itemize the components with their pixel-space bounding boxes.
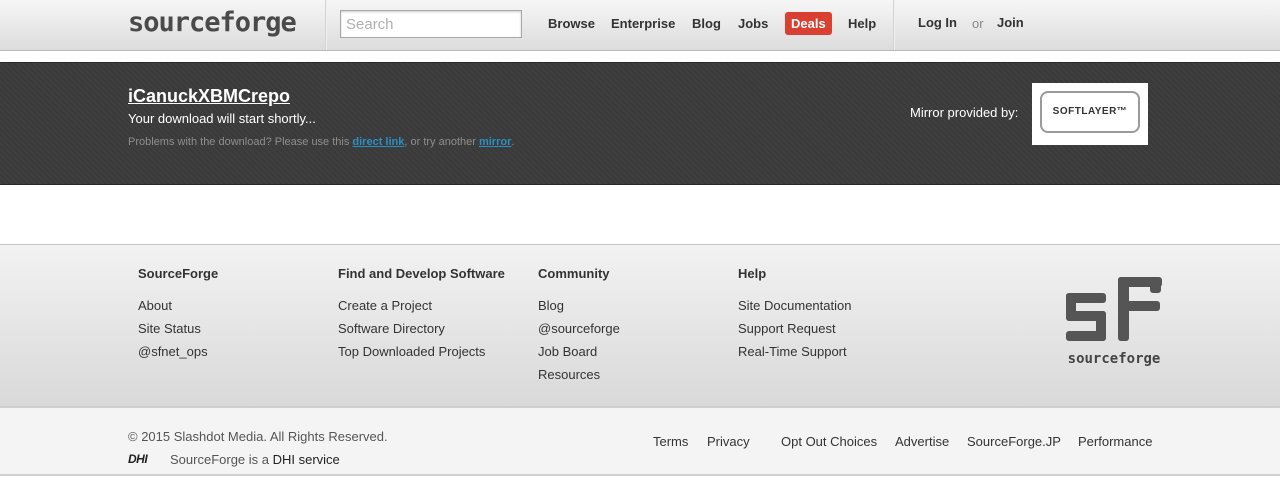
- problem-prefix: Problems with the download? Please use t…: [128, 136, 353, 148]
- footer-link-sfnet-ops[interactable]: @sfnet_ops: [138, 340, 218, 363]
- problem-suffix: .: [511, 136, 515, 148]
- footer-heading: Find and Develop Software: [338, 266, 505, 281]
- header-divider: [325, 0, 327, 50]
- footer-heading: Help: [738, 266, 767, 281]
- nav-jobs[interactable]: Jobs: [738, 16, 768, 31]
- footer-link-top-downloaded[interactable]: Top Downloaded Projects: [338, 340, 505, 363]
- footer-link-software-directory[interactable]: Software Directory: [338, 317, 505, 340]
- join-link[interactable]: Join: [997, 15, 1024, 30]
- nav-blog[interactable]: Blog: [692, 16, 721, 31]
- footer-link-site-docs[interactable]: Site Documentation: [738, 294, 851, 317]
- sourceforge-logo[interactable]: sourceforge: [128, 7, 310, 39]
- nav-enterprise[interactable]: Enterprise: [611, 16, 675, 31]
- softlayer-logo-text: SOFTLAYER™: [1040, 91, 1140, 133]
- footer-link-job-board[interactable]: Job Board: [538, 340, 620, 363]
- header-divider: [893, 0, 895, 50]
- legal-link-performance[interactable]: Performance: [1078, 434, 1152, 449]
- download-problem-text: Problems with the download? Please use t…: [128, 136, 514, 148]
- legal-link-privacy[interactable]: Privacy: [707, 434, 750, 449]
- footer-link-realtime-support[interactable]: Real-Time Support: [738, 340, 851, 363]
- footer-link-resources[interactable]: Resources: [538, 363, 620, 386]
- nav-browse[interactable]: Browse: [548, 16, 595, 31]
- footer-heading: Community: [538, 266, 610, 281]
- legal-bar: © 2015 Slashdot Media. All Rights Reserv…: [0, 406, 1280, 476]
- site-footer: SourceForge About Site Status @sfnet_ops…: [0, 244, 1280, 406]
- nav-deals[interactable]: Deals: [785, 12, 832, 35]
- mirror-logo[interactable]: SOFTLAYER™: [1032, 83, 1148, 145]
- legal-link-advertise[interactable]: Advertise: [895, 434, 949, 449]
- auth-or-text: or: [972, 16, 984, 31]
- footer-link-twitter[interactable]: @sourceforge: [538, 317, 620, 340]
- search-input[interactable]: [340, 10, 522, 38]
- legal-link-sourceforge-jp[interactable]: SourceForge.JP: [967, 434, 1061, 449]
- project-title[interactable]: iCanuckXBMCrepo: [128, 86, 290, 107]
- footer-link-support-request[interactable]: Support Request: [738, 317, 851, 340]
- direct-link[interactable]: direct link: [352, 136, 404, 148]
- sf-footer-logo[interactable]: sourceforge: [1062, 273, 1166, 372]
- footer-heading: SourceForge: [138, 266, 219, 281]
- copyright-text: © 2015 Slashdot Media. All Rights Reserv…: [128, 429, 388, 444]
- download-message: Your download will start shortly...: [128, 111, 316, 126]
- mirror-label: Mirror provided by:: [910, 105, 1019, 120]
- legal-link-terms[interactable]: Terms: [653, 434, 688, 449]
- mirror-link[interactable]: mirror: [479, 136, 511, 148]
- footer-link-site-status[interactable]: Site Status: [138, 317, 218, 340]
- footer-column-sourceforge: SourceForge About Site Status @sfnet_ops: [138, 266, 218, 363]
- problem-middle: , or try another: [404, 136, 479, 148]
- footer-column-help: Help Site Documentation Support Request …: [738, 266, 851, 363]
- site-header: sourceforge Browse Enterprise Blog Jobs …: [0, 0, 1280, 51]
- sf-logo-wordmark: sourceforge: [1068, 351, 1161, 367]
- footer-column-find-develop: Find and Develop Software Create a Proje…: [338, 266, 505, 363]
- footer-link-blog[interactable]: Blog: [538, 294, 620, 317]
- footer-link-about[interactable]: About: [138, 294, 218, 317]
- logo-wordmark: sourceforge: [128, 7, 297, 38]
- dhi-logo: DHI: [128, 452, 148, 466]
- nav-help[interactable]: Help: [848, 16, 876, 31]
- footer-column-community: Community Blog @sourceforge Job Board Re…: [538, 266, 620, 386]
- login-link[interactable]: Log In: [918, 15, 957, 30]
- dhi-prefix: SourceForge is a: [170, 452, 273, 467]
- footer-link-create-project[interactable]: Create a Project: [338, 294, 505, 317]
- download-banner: iCanuckXBMCrepo Your download will start…: [0, 62, 1280, 185]
- legal-link-opt-out[interactable]: Opt Out Choices: [781, 434, 877, 449]
- dhi-service-link[interactable]: DHI service: [273, 452, 340, 467]
